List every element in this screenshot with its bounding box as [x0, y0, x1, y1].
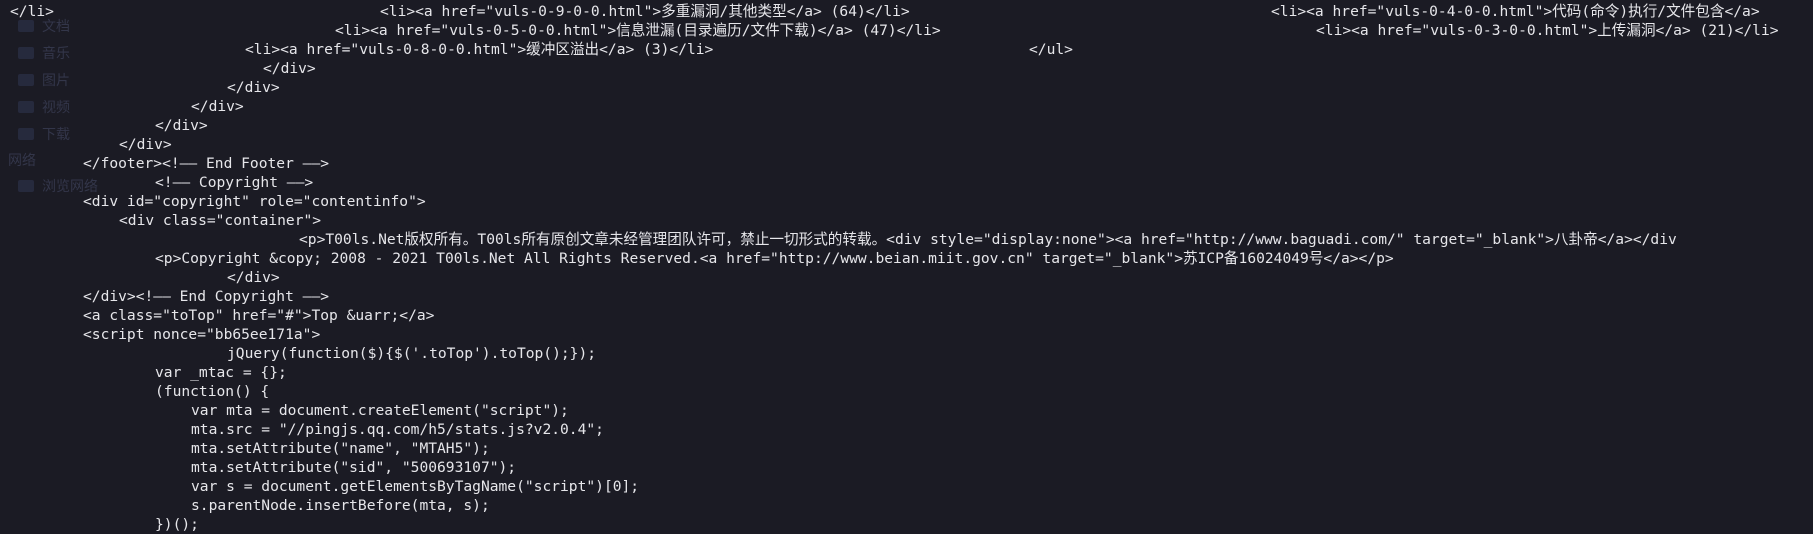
terminal-line: jQuery(function($){$('.toTop').toTop();}…: [227, 345, 597, 362]
terminal-line: <div id="copyright" role="contentinfo">: [83, 193, 426, 210]
terminal-line: var _mtac = {};: [155, 364, 287, 381]
terminal-line: <!—— Copyright ——>: [155, 174, 314, 191]
terminal-line: </div>: [155, 117, 208, 134]
terminal-line: </div>: [119, 136, 172, 153]
terminal-line: s.parentNode.insertBefore(mta, s);: [191, 497, 490, 514]
terminal-line: <p>T00ls.Net版权所有。T00ls所有原创文章未经管理团队许可，禁止一…: [299, 231, 1677, 248]
terminal-line: </div>: [263, 60, 316, 77]
terminal-line: (function() {: [155, 383, 270, 400]
terminal-line: <script nonce="bb65ee171a">: [83, 326, 321, 343]
terminal-line: </ul>: [1029, 41, 1073, 58]
terminal-line: var s = document.getElementsByTagName("s…: [191, 478, 640, 495]
terminal-line: <p>Copyright &copy; 2008 - 2021 T00ls.Ne…: [155, 250, 1394, 267]
terminal-line: mta.setAttribute("sid", "500693107");: [191, 459, 517, 476]
terminal-line: <li><a href="vuls-0-4-0-0.html">代码(命令)执行…: [1271, 3, 1760, 20]
terminal-line: </div>: [227, 269, 280, 286]
terminal-line: </div><!—— End Copyright ——>: [83, 288, 330, 305]
terminal-line: <a class="toTop" href="#">Top &uarr;</a>: [83, 307, 435, 324]
terminal-line: </div>: [191, 98, 244, 115]
terminal-line: <li><a href="vuls-0-5-0-0.html">信息泄漏(目录遍…: [335, 22, 941, 39]
terminal-line: })();: [155, 516, 199, 533]
terminal-line: <li><a href="vuls-0-8-0-0.html">缓冲区溢出</a…: [245, 41, 714, 58]
terminal-line: </li>: [10, 3, 54, 20]
terminal-output[interactable]: </li> <li><a href="vuls-0-9-0-0.html">多重…: [0, 0, 1813, 534]
terminal-line: </div>: [227, 79, 280, 96]
terminal-line: </footer><!—— End Footer ——>: [83, 155, 330, 172]
terminal-line: var mta = document.createElement("script…: [191, 402, 569, 419]
terminal-line: <li><a href="vuls-0-3-0-0.html">上传漏洞</a>…: [1316, 22, 1779, 39]
terminal-line: mta.src = "//pingjs.qq.com/h5/stats.js?v…: [191, 421, 604, 438]
terminal-line: <div class="container">: [119, 212, 322, 229]
terminal-line: mta.setAttribute("name", "MTAH5");: [191, 440, 490, 457]
terminal-line: <li><a href="vuls-0-9-0-0.html">多重漏洞/其他类…: [380, 3, 910, 20]
